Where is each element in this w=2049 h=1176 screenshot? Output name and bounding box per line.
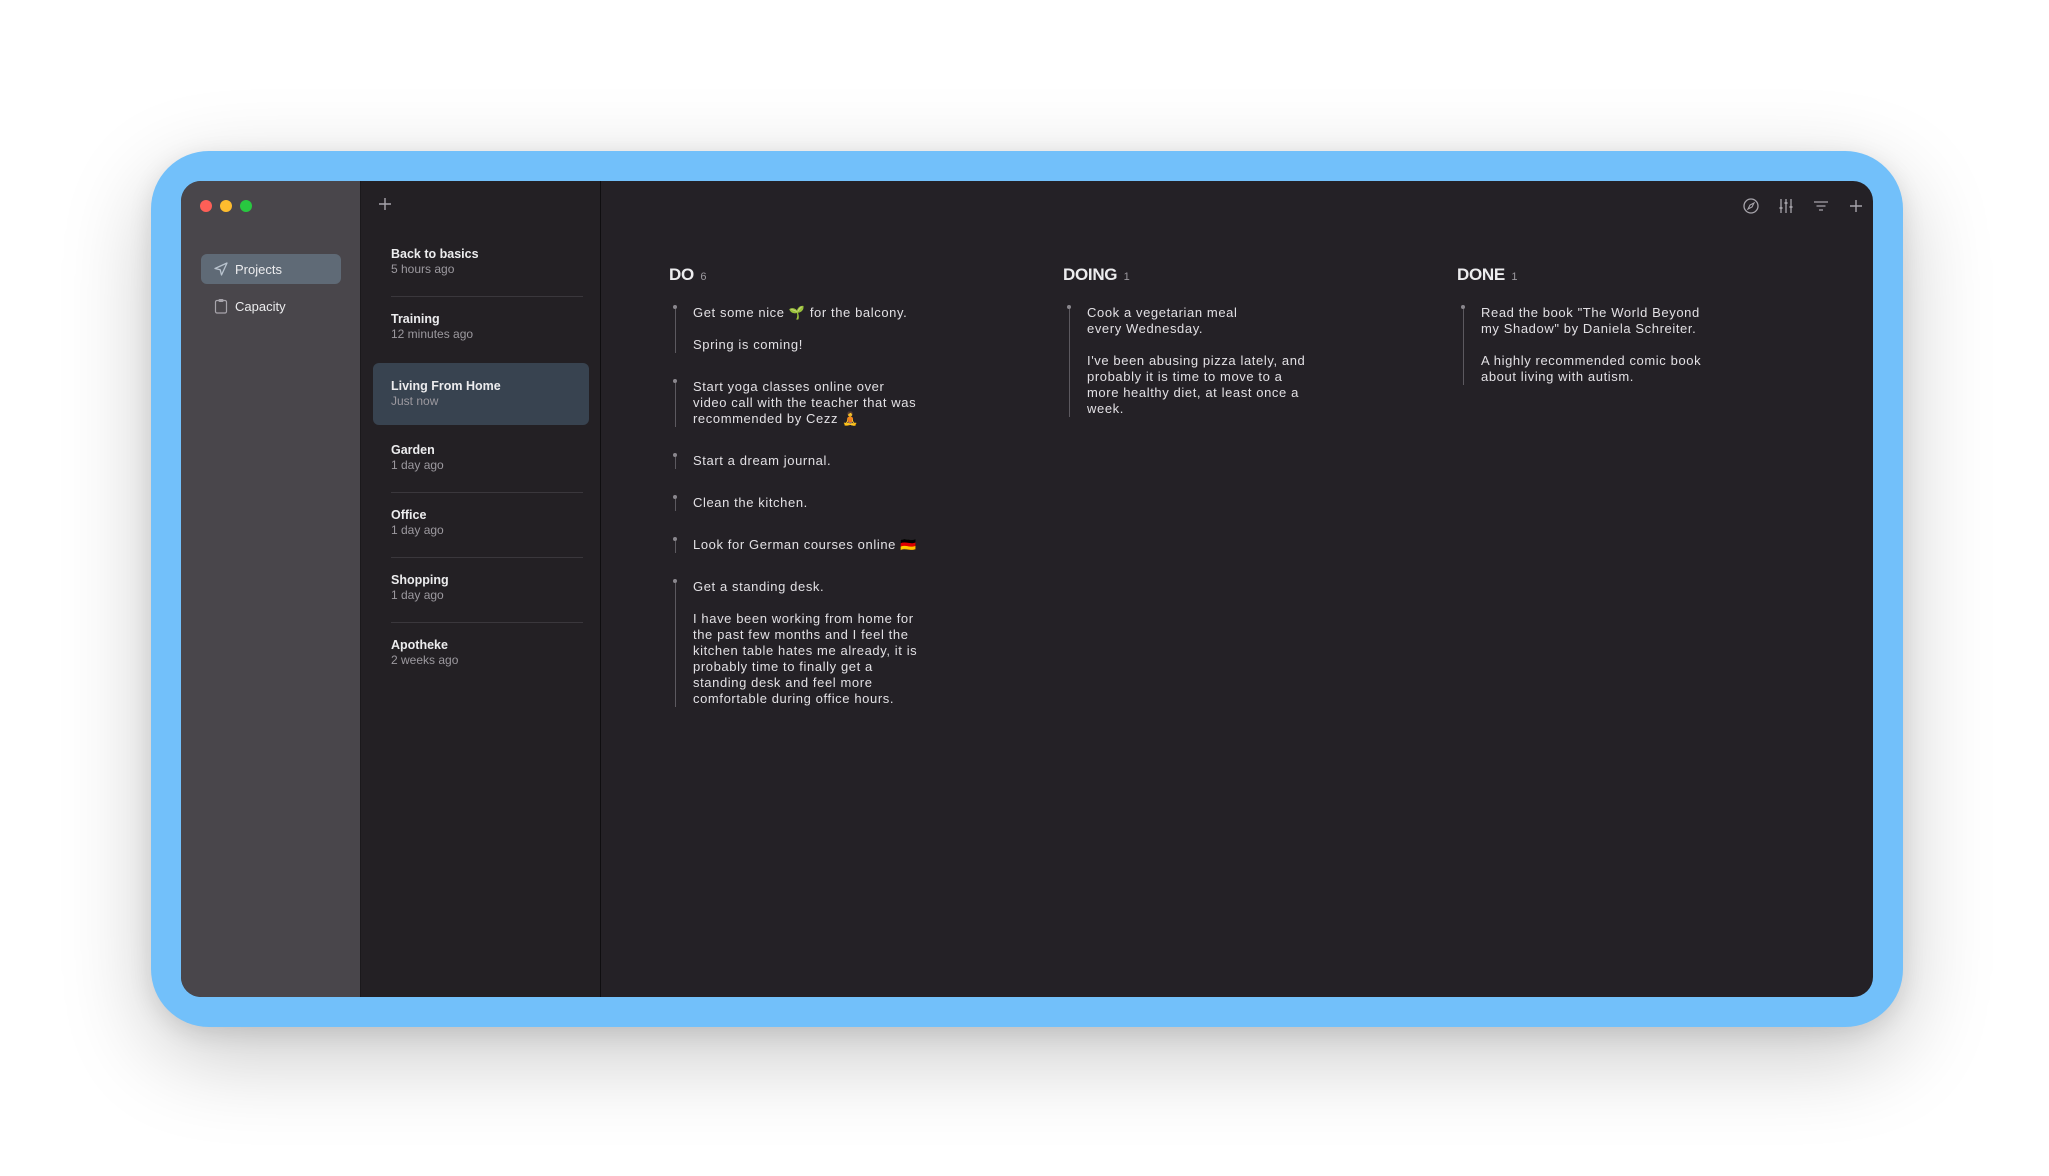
card-title: Read the book "The World Beyond my Shado… [1481, 305, 1700, 336]
project-item[interactable]: Apotheke 2 weeks ago [373, 622, 589, 684]
add-icon [1850, 200, 1862, 212]
column-header: DOING 1 [1063, 265, 1363, 287]
sliders-button[interactable] [1777, 197, 1795, 215]
kanban-board: DO 6 Get some nice 🌱 for the balcony. Sp… [601, 181, 1873, 997]
card-list: Get some nice 🌱 for the balcony. Spring … [669, 305, 969, 733]
column-header: DONE 1 [1457, 265, 1757, 287]
project-name: Garden [391, 443, 435, 457]
project-name: Office [391, 508, 427, 522]
plus-icon [379, 198, 391, 210]
close-window-button[interactable] [200, 200, 212, 212]
card-list: Cook a vegetarian meal every Wednesday. … [1063, 305, 1363, 443]
compass-button[interactable] [1742, 197, 1760, 215]
clipboard-icon [213, 298, 229, 314]
card-body: Spring is coming! [693, 337, 803, 352]
sidebar-item-label: Capacity [235, 298, 286, 314]
project-name: Living From Home [391, 379, 501, 393]
task-card[interactable]: Cook a vegetarian meal every Wednesday. … [1063, 305, 1357, 417]
card-body: A highly recommended comic book about li… [1481, 353, 1702, 384]
task-card[interactable]: Read the book "The World Beyond my Shado… [1457, 305, 1751, 385]
app-window: Projects Capacity Back to basics 5 hours… [181, 181, 1873, 997]
task-card[interactable]: Start a dream journal. [669, 453, 963, 469]
sliders-icon [1779, 199, 1793, 213]
column-done: DONE 1 Read the book "The World Beyond m… [1457, 265, 1757, 385]
column-title: DO [669, 265, 694, 284]
project-time: 1 day ago [391, 523, 444, 537]
sidebar-item-capacity[interactable]: Capacity [201, 291, 341, 321]
filter-button[interactable] [1812, 197, 1830, 215]
sidebar-item-label: Projects [235, 261, 282, 277]
column-count: 6 [700, 271, 707, 283]
sidebar: Projects Capacity [181, 181, 361, 997]
card-title: Cook a vegetarian meal every Wednesday. [1087, 305, 1238, 336]
card-list: Read the book "The World Beyond my Shado… [1457, 305, 1757, 411]
column-title: DOING [1063, 265, 1118, 284]
task-card[interactable]: Start yoga classes online over video cal… [669, 379, 963, 427]
card-body: I've been abusing pizza lately, and prob… [1087, 353, 1306, 416]
task-card[interactable]: Get some nice 🌱 for the balcony. Spring … [669, 305, 963, 353]
project-item[interactable]: Garden 1 day ago [373, 427, 589, 489]
project-name: Shopping [391, 573, 449, 587]
task-card[interactable]: Clean the kitchen. [669, 495, 963, 511]
minimize-window-button[interactable] [220, 200, 232, 212]
paper-plane-icon [213, 261, 229, 277]
card-title: Clean the kitchen. [693, 495, 808, 510]
project-time: 12 minutes ago [391, 327, 474, 341]
add-card-button[interactable] [1847, 197, 1865, 215]
project-time: 5 hours ago [391, 262, 455, 276]
project-time: 1 day ago [391, 458, 444, 472]
card-title: Get some nice 🌱 for the balcony. [693, 305, 908, 320]
project-list: Back to basics 5 hours ago Training 12 m… [361, 181, 601, 997]
card-title: Start yoga classes online over video cal… [693, 379, 917, 426]
column-do: DO 6 Get some nice 🌱 for the balcony. Sp… [669, 265, 969, 707]
card-title: Start a dream journal. [693, 453, 832, 468]
column-title: DONE [1457, 265, 1505, 284]
card-title: Get a standing desk. [693, 579, 825, 594]
column-doing: DOING 1 Cook a vegetarian meal every Wed… [1063, 265, 1363, 417]
compass-icon [1743, 198, 1759, 214]
sidebar-item-projects[interactable]: Projects [201, 254, 341, 284]
project-item[interactable]: Office 1 day ago [373, 492, 589, 554]
project-name: Back to basics [391, 247, 479, 261]
project-time: 2 weeks ago [391, 653, 459, 667]
window-controls [200, 200, 252, 212]
project-time: 1 day ago [391, 588, 444, 602]
project-item[interactable]: Training 12 minutes ago [373, 296, 589, 358]
task-card[interactable]: Look for German courses online 🇩🇪 [669, 537, 963, 553]
card-title: Look for German courses online 🇩🇪 [693, 537, 917, 552]
add-project-button[interactable] [377, 196, 393, 212]
task-card[interactable]: Get a standing desk. I have been working… [669, 579, 963, 707]
column-count: 1 [1511, 271, 1518, 283]
project-name: Apotheke [391, 638, 448, 652]
project-time: Just now [391, 394, 439, 408]
card-body: I have been working from home for the pa… [693, 611, 918, 706]
project-item[interactable]: Shopping 1 day ago [373, 557, 589, 619]
project-item-selected[interactable]: Living From Home Just now [373, 363, 589, 425]
column-count: 1 [1123, 271, 1130, 283]
project-item[interactable]: Back to basics 5 hours ago [373, 231, 589, 293]
column-header: DO 6 [669, 265, 969, 287]
filter-icon [1814, 201, 1828, 211]
zoom-window-button[interactable] [240, 200, 252, 212]
project-name: Training [391, 312, 440, 326]
